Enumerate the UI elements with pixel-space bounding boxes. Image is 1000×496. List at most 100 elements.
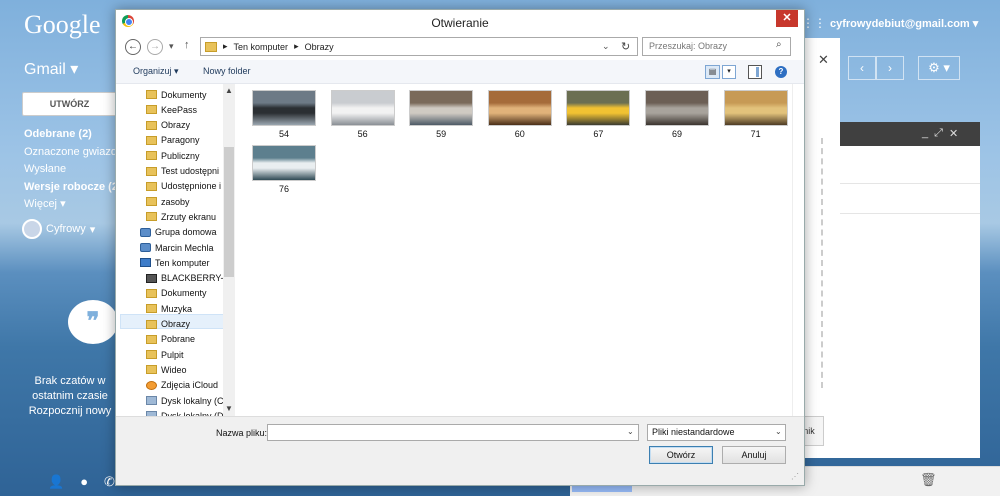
scroll-up-icon[interactable]: ▲: [225, 86, 233, 95]
tree-item[interactable]: Udostępnione i: [146, 179, 221, 194]
nav-drafts[interactable]: Wersje robocze (2): [24, 179, 129, 197]
nav-starred[interactable]: Oznaczone gwiazdką: [24, 144, 129, 162]
back-arrow-icon[interactable]: ←: [125, 39, 141, 55]
file-item[interactable]: 76: [252, 145, 316, 194]
chevron-down-icon[interactable]: ⌄: [627, 427, 634, 436]
resize-grip-icon[interactable]: ⋰: [791, 472, 799, 481]
cancel-button[interactable]: Anuluj: [722, 446, 786, 464]
chat-start-link[interactable]: Rozpocznij nowy: [20, 404, 120, 419]
nav-more[interactable]: Więcej ▾: [24, 196, 129, 214]
hangouts-user[interactable]: Cyfrowy ▾: [22, 219, 95, 239]
tree-item[interactable]: Dokumenty: [146, 87, 207, 102]
view-dropdown-icon[interactable]: ▾: [722, 65, 736, 79]
close-icon[interactable]: ✕: [818, 52, 829, 68]
trash-icon[interactable]: 🗑: [920, 472, 937, 488]
tree-item[interactable]: Dysk lokalny (D: [146, 408, 224, 416]
tree-item[interactable]: Obrazy: [146, 317, 190, 332]
tree-item-label: Udostępnione i: [161, 181, 222, 192]
device-icon: [146, 273, 157, 283]
nav-inbox[interactable]: Odebrane (2): [24, 126, 129, 144]
refresh-icon[interactable]: ↻: [621, 40, 630, 53]
folder-icon: [146, 90, 157, 99]
new-folder-button[interactable]: Nowy folder: [203, 66, 251, 76]
recent-locations-icon[interactable]: ▾: [169, 41, 174, 52]
chat-empty-message: Brak czatów w ostatnim czasie Rozpocznij…: [20, 374, 120, 419]
tree-item[interactable]: Wideo: [146, 362, 187, 377]
up-arrow-icon[interactable]: ↑: [184, 39, 190, 51]
tree-item[interactable]: Pulpit: [146, 347, 184, 362]
folder-icon: [146, 350, 157, 360]
file-item[interactable]: 56: [330, 90, 395, 139]
tree-item[interactable]: Paragony: [146, 133, 200, 148]
nav-sent[interactable]: Wysłane: [24, 161, 129, 179]
gmail-app-menu[interactable]: Gmail ▾: [24, 59, 78, 79]
tree-scroll-thumb[interactable]: [224, 147, 234, 277]
tree-item[interactable]: zasoby: [146, 194, 190, 209]
chat-empty-text: Brak czatów w ostatnim czasie: [32, 375, 108, 402]
file-item[interactable]: 67: [566, 90, 631, 139]
next-page-button[interactable]: ›: [876, 56, 904, 80]
search-icon[interactable]: ⌕: [776, 39, 782, 50]
address-bar[interactable]: ▸ Ten komputer ▸ Obrazy: [200, 37, 638, 56]
folder-icon: [205, 41, 217, 52]
person-icon[interactable]: 👤: [48, 474, 64, 490]
file-item[interactable]: 60: [487, 90, 552, 139]
breadcrumb-separator: ▸: [294, 41, 299, 51]
search-input[interactable]: Przeszukaj: Obrazy: [642, 37, 791, 56]
hangouts-icon[interactable]: ●: [80, 474, 88, 490]
address-dropdown-icon[interactable]: ⌄: [602, 41, 610, 52]
filename-input[interactable]: [267, 424, 639, 441]
tree-item[interactable]: Ten komputer: [140, 255, 210, 270]
expand-icon[interactable]: ⤢: [934, 127, 943, 140]
apps-grid-icon[interactable]: ⋮⋮: [802, 16, 826, 30]
tree-item[interactable]: Dokumenty: [146, 286, 207, 301]
help-icon[interactable]: ?: [775, 66, 787, 78]
file-item[interactable]: 54: [252, 90, 316, 139]
folder-icon: [146, 319, 157, 329]
file-item[interactable]: 69: [645, 90, 709, 139]
prev-page-button[interactable]: ‹: [848, 56, 876, 80]
compose-header[interactable]: [840, 122, 980, 146]
forward-arrow-icon[interactable]: →: [147, 39, 163, 55]
tree-item[interactable]: Publiczny: [146, 148, 200, 163]
preview-pane-icon[interactable]: [748, 65, 762, 79]
compose-button[interactable]: UTWÓRZ: [22, 92, 117, 116]
settings-button[interactable]: ⚙ ▾: [918, 56, 960, 80]
breadcrumb-this-pc[interactable]: Ten komputer: [234, 42, 289, 52]
view-icon[interactable]: ▤: [705, 65, 720, 79]
tree-item[interactable]: Pobrane: [146, 332, 195, 347]
breadcrumb-pictures[interactable]: Obrazy: [305, 42, 334, 52]
tree-item[interactable]: Zdjęcia iCloud: [146, 378, 218, 393]
close-icon[interactable]: ✕: [949, 127, 958, 140]
tree-item[interactable]: KeePass: [146, 102, 197, 117]
dialog-close-button[interactable]: ✕: [776, 10, 798, 27]
folder-icon: [146, 151, 157, 161]
file-item[interactable]: 59: [409, 90, 474, 139]
file-name: 67: [593, 129, 604, 139]
tree-item[interactable]: Dysk lokalny (C: [146, 393, 224, 408]
google-logo[interactable]: Google: [24, 10, 101, 40]
file-item[interactable]: 71: [723, 90, 788, 139]
tree-item-label: Publiczny: [161, 150, 200, 161]
tree-item[interactable]: Obrazy: [146, 118, 190, 133]
tree-item[interactable]: Zrzuty ekranu: [146, 209, 216, 224]
navigation-tree[interactable]: Dokumenty KeePass Obrazy Paragony Publiczny T…: [120, 84, 233, 416]
phone-icon[interactable]: ✆: [104, 474, 115, 490]
filetype-select[interactable]: Pliki niestandardowe: [647, 424, 786, 441]
tree-item[interactable]: Marcin Mechla: [140, 240, 214, 255]
tree-item[interactable]: BLACKBERRY-E: [146, 271, 230, 286]
account-menu[interactable]: cyfrowydebiut@gmail.com ▾: [830, 17, 978, 30]
minimize-icon[interactable]: _: [922, 127, 928, 140]
chevron-down-icon[interactable]: ⌄: [775, 427, 782, 436]
tree-item[interactable]: Muzyka: [146, 301, 192, 316]
folder-icon: [146, 288, 157, 298]
tree-item[interactable]: Test udostępni: [146, 164, 219, 179]
tree-item-label: KeePass: [161, 104, 198, 115]
compose-window-controls: _ ⤢ ✕: [922, 127, 958, 140]
organize-menu[interactable]: Organizuj ▾: [133, 66, 179, 77]
tree-item[interactable]: Grupa domowa: [140, 225, 217, 240]
file-name: 76: [278, 184, 289, 194]
open-button[interactable]: Otwórz: [649, 446, 713, 464]
scroll-down-icon[interactable]: ▼: [225, 404, 233, 413]
compose-body[interactable]: [840, 146, 980, 458]
